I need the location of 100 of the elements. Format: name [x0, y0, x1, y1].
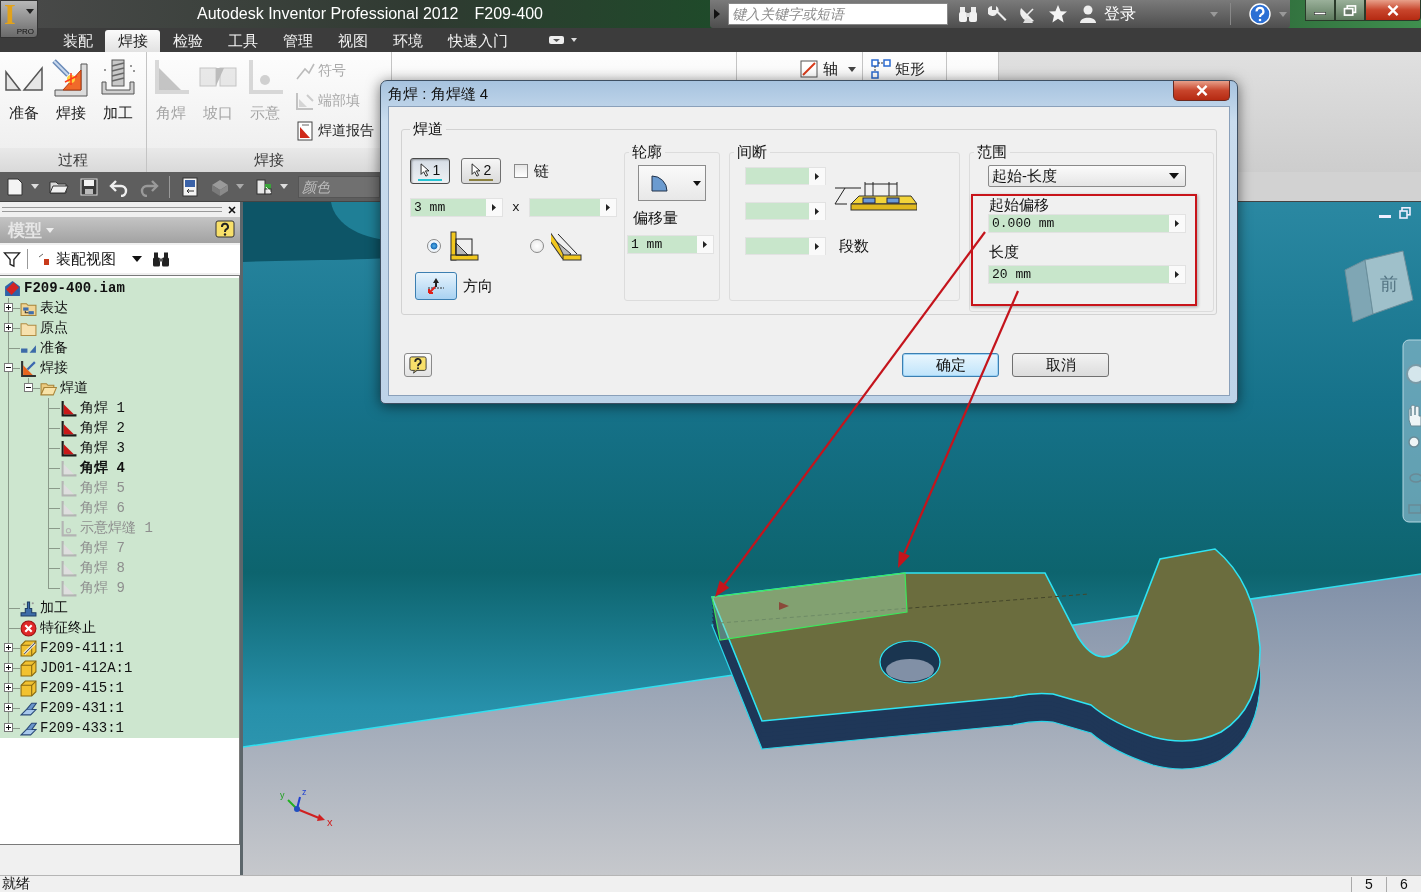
status-cell: 6 — [1386, 876, 1421, 892]
expand-icon[interactable] — [4, 643, 13, 652]
expand-icon[interactable] — [4, 683, 13, 692]
tree-item[interactable]: 焊接 — [40, 359, 68, 377]
fillet-weld-icon — [60, 419, 77, 437]
caret-icon[interactable] — [809, 237, 825, 255]
filter-icon[interactable] — [3, 250, 21, 268]
view-cube[interactable] — [1344, 250, 1414, 323]
selection-button[interactable]: 1 — [410, 158, 450, 184]
restore-icon[interactable] — [1400, 207, 1410, 218]
ribbon-button[interactable]: 矩形 — [871, 60, 946, 78]
zoom-icon[interactable] — [1408, 436, 1420, 448]
ribbon-tab[interactable]: 管理 — [270, 30, 325, 52]
collapse-icon[interactable] — [24, 383, 33, 392]
extents-select[interactable]: 起始-长度 — [988, 165, 1186, 187]
help-button[interactable] — [404, 353, 432, 377]
radio-button[interactable] — [530, 239, 544, 253]
caret-icon[interactable] — [1169, 266, 1185, 283]
contour-dropdown[interactable] — [638, 165, 706, 201]
cube-icon — [20, 659, 37, 677]
sign-in-button[interactable]: 登录 — [1068, 3, 1136, 25]
wrench-icon[interactable] — [988, 4, 1008, 24]
pointer-icon — [470, 163, 481, 177]
tree-item[interactable]: 角焊 1 — [80, 399, 125, 417]
tree-item[interactable]: 准备 — [40, 339, 68, 357]
ribbon-tab[interactable]: 环境 — [380, 30, 435, 52]
tree-item[interactable]: F209-411:1 — [40, 640, 124, 656]
panel-toggle-icon[interactable] — [548, 35, 578, 45]
minimize-button[interactable] — [1305, 0, 1335, 21]
save-icon[interactable] — [79, 176, 99, 197]
expand-icon[interactable] — [4, 703, 13, 712]
tree-item[interactable]: 表达 — [40, 299, 68, 317]
expand-arrow-icon[interactable] — [713, 8, 721, 20]
document-return-icon[interactable] — [180, 176, 200, 197]
tree-item[interactable]: 角焊 2 — [80, 419, 125, 437]
tree-item[interactable]: F209-431:1 — [40, 700, 124, 716]
ribbon-tab[interactable]: 快速入门 — [435, 30, 520, 52]
leg-field[interactable]: 3 mm — [410, 198, 503, 217]
appearance-field[interactable]: 颜色 — [298, 175, 380, 198]
close-button[interactable] — [1173, 81, 1230, 101]
close-icon[interactable] — [228, 205, 236, 214]
tree-item[interactable]: 焊道 — [60, 379, 88, 397]
caret-icon[interactable] — [809, 202, 825, 220]
tree-item[interactable]: F209-433:1 — [40, 720, 124, 736]
close-button[interactable] — [1365, 0, 1421, 21]
tree-item[interactable]: 特征终止 — [40, 619, 96, 637]
start-offset-field[interactable]: 0.000 mm — [988, 214, 1186, 233]
expand-icon[interactable] — [4, 303, 13, 312]
checkbox[interactable] — [514, 164, 528, 178]
caret-icon[interactable] — [1169, 215, 1185, 232]
caret-icon[interactable] — [132, 256, 142, 262]
length-field[interactable]: 20 mm — [988, 265, 1186, 284]
ribbon-button[interactable]: 焊接 — [47, 52, 94, 148]
tree-item[interactable]: 角焊 3 — [80, 439, 125, 457]
expand-icon[interactable] — [4, 323, 13, 332]
binoculars-icon[interactable] — [152, 250, 170, 268]
interval-field[interactable] — [745, 167, 826, 185]
ribbon-button[interactable]: 焊道报告 — [295, 120, 374, 142]
ribbon-button[interactable]: 轴 — [799, 60, 862, 78]
fillet-weld-icon — [60, 579, 77, 597]
offset-field[interactable]: 1 mm — [627, 235, 714, 254]
collapse-icon[interactable] — [4, 363, 13, 372]
caret-icon[interactable] — [486, 199, 502, 216]
tree-item[interactable]: 原点 — [40, 319, 68, 337]
ribbon-button[interactable]: 加工 — [94, 52, 141, 148]
ribbon-tab[interactable]: 工具 — [215, 30, 270, 52]
selection-button[interactable]: 2 — [461, 158, 501, 184]
flip-direction-button[interactable] — [415, 272, 457, 300]
help-icon[interactable] — [215, 220, 235, 240]
star-icon[interactable] — [1048, 4, 1068, 24]
interval-field[interactable] — [745, 202, 826, 220]
appearance-icon[interactable] — [254, 176, 274, 197]
chain-label[interactable]: 链 — [534, 161, 549, 181]
help-icon[interactable] — [1249, 3, 1271, 25]
ribbon-tab[interactable]: 装配 — [50, 30, 105, 52]
drill-icon — [20, 599, 37, 617]
dialog-button[interactable]: 取消 — [1012, 353, 1109, 377]
ribbon-tab[interactable]: 视图 — [325, 30, 380, 52]
tree-item[interactable]: 角焊 4 — [80, 459, 125, 477]
interval-field[interactable] — [745, 237, 826, 255]
radio-button[interactable] — [427, 239, 441, 253]
tree-item[interactable]: F209-400.iam — [24, 280, 125, 296]
leg-field[interactable] — [529, 198, 617, 217]
expand-icon[interactable] — [4, 723, 13, 732]
ribbon-tab[interactable]: 检验 — [160, 30, 215, 52]
tree-item[interactable]: 加工 — [40, 599, 68, 617]
restore-button[interactable] — [1335, 0, 1365, 21]
tree-item[interactable]: F209-415:1 — [40, 680, 124, 696]
binoculars-icon[interactable] — [958, 4, 978, 24]
search-field[interactable]: 键入关键字或短语 — [728, 3, 948, 25]
new-document-icon[interactable] — [5, 176, 25, 197]
caret-icon[interactable] — [697, 236, 713, 253]
expand-icon[interactable] — [4, 663, 13, 672]
caret-icon[interactable] — [600, 199, 616, 216]
ribbon-tab[interactable]: 焊接 — [105, 30, 160, 52]
hand-icon[interactable] — [1408, 404, 1421, 427]
caret-icon[interactable] — [809, 167, 825, 185]
ribbon-button[interactable]: 准备 — [0, 52, 47, 148]
dialog-button[interactable]: 确定 — [902, 353, 999, 377]
tree-item[interactable]: JD01-412A:1 — [40, 660, 133, 676]
